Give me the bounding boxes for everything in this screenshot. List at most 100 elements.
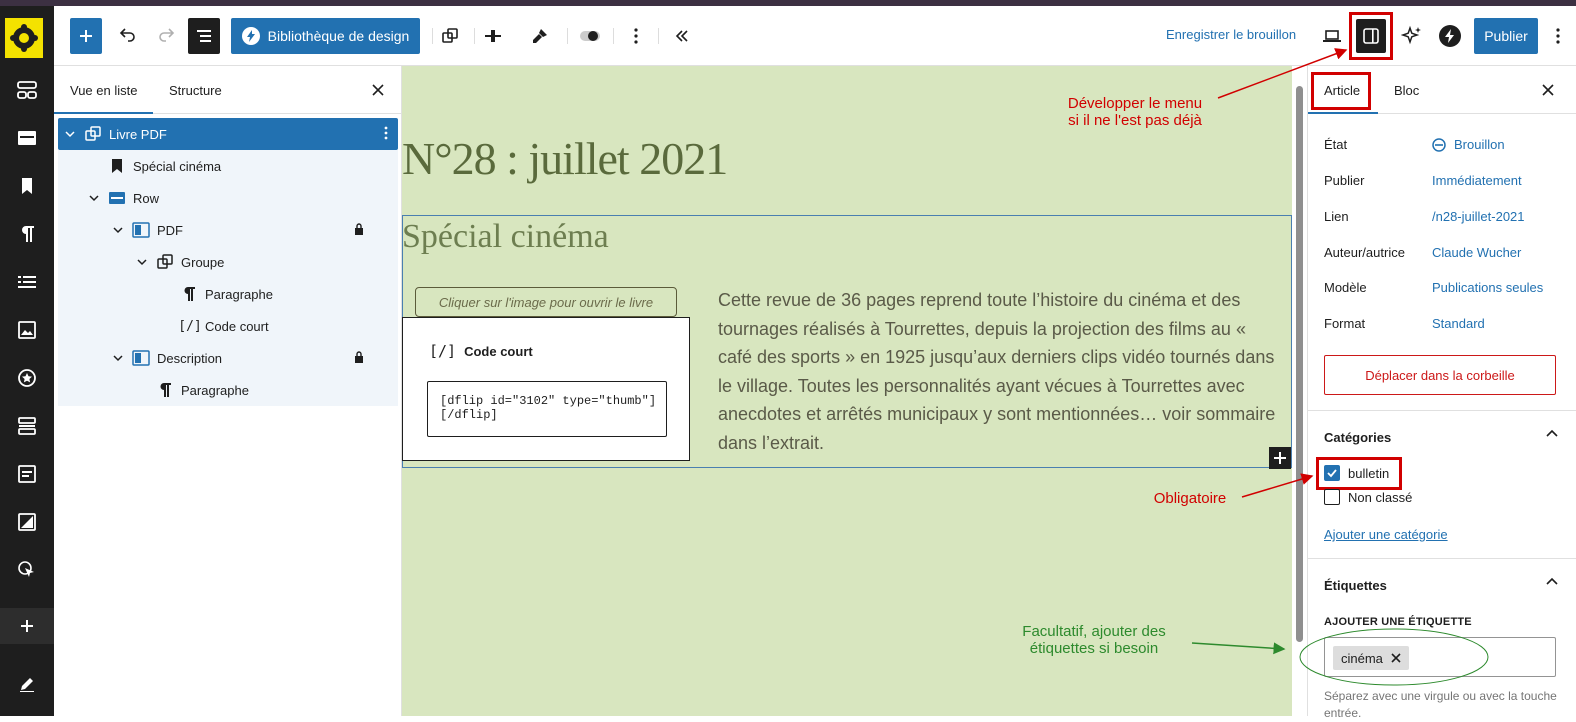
row-icon [108, 189, 126, 207]
add-tag-label: Ajouter une étiquette [1324, 616, 1472, 628]
tree-item-paragraphe[interactable]: Paragraphe [58, 374, 398, 406]
image-icon[interactable] [0, 312, 54, 348]
preview-button[interactable] [1316, 18, 1348, 54]
group-icon [156, 253, 174, 271]
checkbox-icon[interactable] [1324, 489, 1340, 505]
tag-chip-label: cinéma [1341, 650, 1383, 666]
section-heading[interactable]: Spécial cinéma [402, 218, 609, 256]
paragraph-icon[interactable] [0, 216, 54, 252]
tree-item-row[interactable]: Row [58, 182, 398, 214]
stackable-button[interactable] [1434, 18, 1466, 54]
field-value[interactable]: Publications seules [1432, 280, 1543, 295]
tree-item-paragraphe[interactable]: Paragraphe [58, 278, 398, 310]
canvas-scrollbar[interactable] [1296, 86, 1303, 642]
toggle-button[interactable] [574, 18, 606, 54]
tree-item-pdf[interactable]: PDF [58, 214, 398, 246]
inserter-button[interactable] [70, 18, 102, 54]
chevron-down-icon[interactable] [112, 352, 124, 364]
categories-title[interactable]: Catégories [1324, 430, 1391, 445]
close-list-view-button[interactable] [368, 80, 388, 100]
post-title[interactable]: N°28 : juillet 2021 [402, 132, 728, 185]
shortcode-icon: [/] [429, 342, 457, 360]
chevron-up-icon[interactable] [1546, 428, 1558, 443]
chevron-down-icon[interactable] [112, 224, 124, 236]
ai-button[interactable] [1396, 18, 1428, 54]
chevron-down-icon[interactable] [64, 128, 76, 140]
brush-icon [533, 29, 547, 43]
list-view-icon [197, 30, 211, 42]
field-value[interactable]: Immédiatement [1432, 173, 1522, 188]
chevron-down-icon[interactable] [88, 192, 100, 204]
tab-structure[interactable]: Structure [169, 83, 222, 98]
chevron-up-icon[interactable] [1546, 576, 1558, 591]
category-non-classe[interactable]: Non classé [1324, 489, 1412, 505]
bookmark-icon[interactable] [0, 168, 54, 204]
gallery-icon[interactable] [0, 504, 54, 540]
close-icon [1542, 84, 1554, 96]
collapse-button[interactable] [666, 18, 698, 54]
lock-icon [354, 222, 364, 238]
divider [1308, 558, 1576, 559]
dashboard-icon[interactable] [0, 72, 54, 108]
field-value[interactable]: Claude Wucher [1432, 245, 1521, 260]
tree-item-code-court[interactable]: [/] Code court [58, 310, 398, 342]
document-overview-button[interactable] [188, 18, 220, 54]
settings-sidebar: Article Bloc État Brouillon Publier Immé… [1307, 66, 1576, 720]
add-icon[interactable] [0, 608, 54, 644]
annotation-required: Obligatoire [1153, 490, 1227, 507]
form-icon[interactable] [0, 456, 54, 492]
field-value: Brouillon [1454, 137, 1505, 152]
status-value[interactable]: Brouillon [1432, 137, 1505, 152]
site-logo[interactable] [5, 18, 43, 58]
tree-item-label: Row [133, 190, 160, 206]
save-draft-link[interactable]: Enregistrer le brouillon [1166, 27, 1296, 42]
redo-button[interactable] [150, 18, 182, 54]
toolbar-divider [474, 28, 475, 44]
list-icon[interactable] [0, 264, 54, 300]
options-button[interactable] [1546, 18, 1570, 54]
chevron-down-icon[interactable] [136, 256, 148, 268]
open-book-button[interactable]: Cliquer sur l'image pour ouvrir le livre [415, 287, 677, 317]
group-block-button[interactable] [434, 18, 466, 54]
highlight-bulletin [1316, 457, 1402, 490]
shortcode-block[interactable]: [/] Code court [dflip id="3102" type="th… [402, 317, 690, 461]
design-library-button[interactable]: Bibliothèque de design [231, 18, 420, 54]
layout-icon[interactable] [0, 120, 54, 156]
tree-item-groupe[interactable]: Groupe [58, 246, 398, 278]
move-to-trash-button[interactable]: Déplacer dans la corbeille [1324, 355, 1556, 395]
style-button[interactable] [524, 18, 556, 54]
publish-button[interactable]: Publier [1474, 18, 1538, 54]
toolbar-divider [567, 28, 568, 44]
shortcode-input[interactable]: [dflip id="3102" type="thumb"] [/dflip] [427, 381, 667, 437]
tree-item-description[interactable]: Description [58, 342, 398, 374]
tags-title[interactable]: Étiquettes [1324, 578, 1387, 593]
stackable-logo-icon [1439, 25, 1461, 47]
tab-list-view[interactable]: Vue en liste [53, 83, 155, 114]
align-button[interactable] [477, 18, 509, 54]
design-library-label: Bibliothèque de design [267, 28, 410, 44]
block-options-icon[interactable] [384, 126, 388, 143]
tree-item-livre-pdf[interactable]: Livre PDF [58, 118, 398, 150]
tree-item-special-cinema[interactable]: Spécial cinéma [58, 150, 398, 182]
field-value[interactable]: Standard [1432, 316, 1485, 331]
tree-item-label: Paragraphe [205, 286, 273, 302]
star-icon[interactable] [0, 360, 54, 396]
description-paragraph[interactable]: Cette revue de 36 pages reprend toute l’… [718, 286, 1278, 457]
add-block-button[interactable] [1269, 447, 1291, 469]
add-category-link[interactable]: Ajouter une catégorie [1324, 527, 1448, 542]
undo-button[interactable] [112, 18, 144, 54]
tab-block[interactable]: Bloc [1394, 83, 1419, 98]
close-settings-button[interactable] [1538, 80, 1558, 100]
remove-tag-icon[interactable] [1391, 653, 1401, 663]
group-icon [442, 28, 458, 43]
stack-icon[interactable] [0, 408, 54, 444]
pointer-icon[interactable] [0, 552, 54, 588]
more-options-button[interactable] [620, 18, 652, 54]
field-value[interactable]: /n28-juillet-2021 [1432, 209, 1525, 224]
annotation-line: étiquettes si besoin [1029, 640, 1159, 657]
tag-input[interactable]: cinéma [1324, 637, 1556, 677]
laptop-icon [1323, 30, 1341, 42]
tree-item-label: Livre PDF [109, 126, 167, 142]
pencil-icon[interactable] [0, 666, 54, 702]
category-label: Non classé [1348, 489, 1413, 505]
